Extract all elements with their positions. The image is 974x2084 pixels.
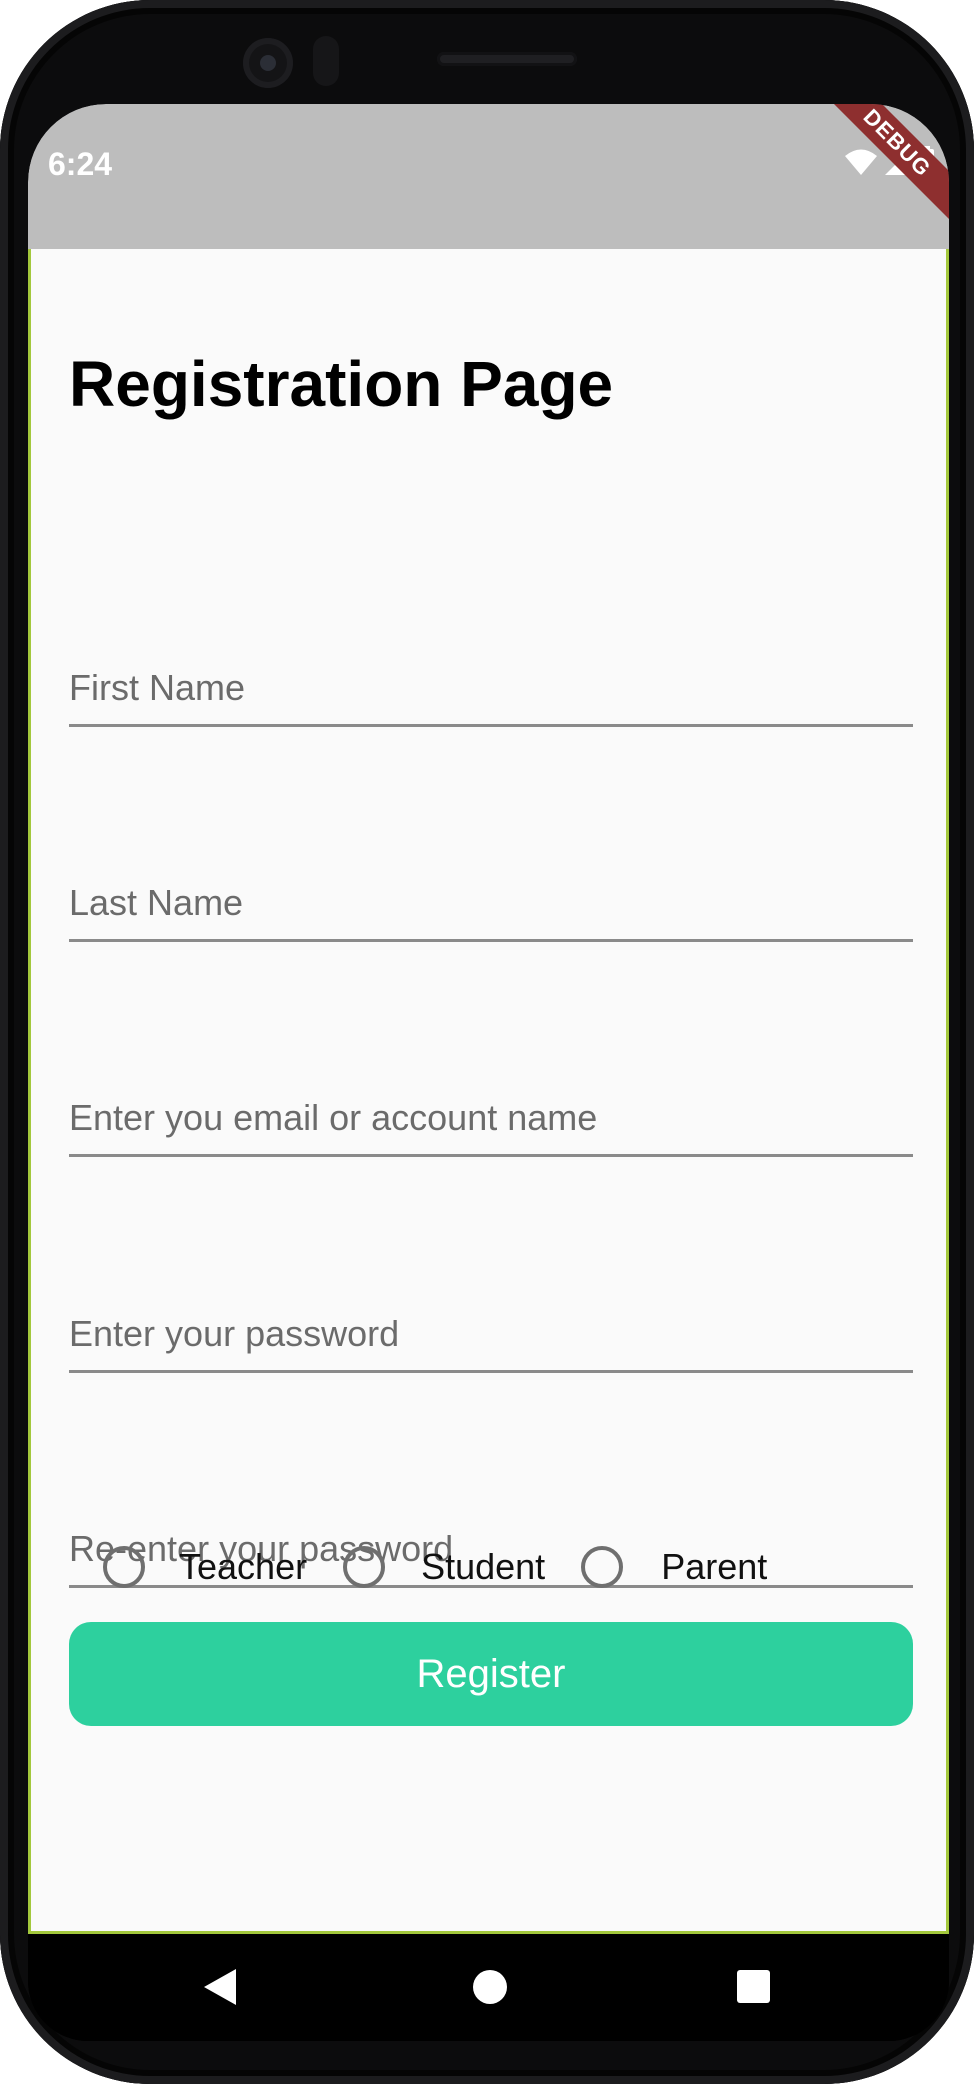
role-radio-group: Teacher Student Parent: [103, 1537, 803, 1597]
radio-button-teacher[interactable]: [103, 1546, 145, 1588]
radio-button-parent[interactable]: [581, 1546, 624, 1588]
first-name-input[interactable]: [69, 651, 913, 724]
front-camera: [243, 38, 293, 88]
wifi-icon: [845, 149, 877, 175]
radio-button-student[interactable]: [343, 1546, 386, 1588]
last-name-input[interactable]: [69, 866, 913, 939]
role-option-student[interactable]: Student: [343, 1537, 581, 1597]
screen: 6:24 DEBUG Registration Page First Name …: [28, 104, 949, 2041]
navigation-bar: [28, 1934, 949, 2041]
last-name-field: [69, 866, 913, 942]
home-icon[interactable]: [470, 1966, 510, 2008]
page-title: Registration Page: [69, 348, 614, 420]
registration-form: Registration Page Teacher: [28, 249, 949, 1934]
back-icon[interactable]: [202, 1966, 242, 2008]
role-option-teacher[interactable]: Teacher: [103, 1537, 343, 1597]
earpiece-speaker: [437, 52, 577, 66]
proximity-sensor: [313, 36, 339, 86]
role-label-student: Student: [421, 1546, 546, 1587]
password-field: [69, 1297, 913, 1373]
phone-frame: 6:24 DEBUG Registration Page First Name …: [0, 0, 974, 2084]
email-field: [69, 1081, 913, 1157]
status-time: 6:24: [48, 146, 113, 182]
recents-icon[interactable]: [733, 1966, 773, 2008]
password-input[interactable]: [69, 1297, 913, 1370]
status-bar: 6:24 DEBUG: [28, 104, 949, 249]
role-label-parent: Parent: [661, 1546, 768, 1587]
first-name-field: [69, 651, 913, 727]
role-option-parent[interactable]: Parent: [581, 1537, 803, 1597]
register-button[interactable]: Register: [69, 1622, 913, 1726]
role-label-teacher: Teacher: [179, 1546, 308, 1587]
email-input[interactable]: [69, 1081, 913, 1154]
